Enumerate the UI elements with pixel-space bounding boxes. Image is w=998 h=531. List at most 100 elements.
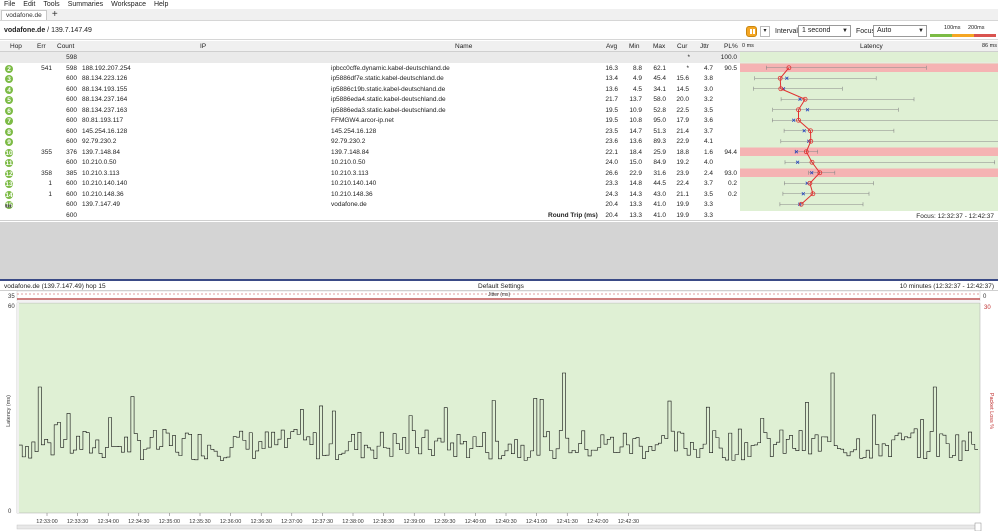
col-min[interactable]: Min [629, 43, 639, 50]
cell-ip: 10.210.0.50 [82, 159, 117, 166]
scale-200-label: 200ms [968, 25, 985, 31]
y-axis-label: Latency (ms) [6, 395, 12, 427]
cell-err: 1 [48, 180, 52, 187]
col-jttr[interactable]: Jttr [700, 43, 709, 50]
y-right-tick: 30 [984, 305, 991, 311]
cell-name: ip5886c19b.static.kabel-deutschland.de [331, 85, 446, 93]
cell-name: 10.210.148.36 [331, 190, 373, 198]
cell-avg: 19.5 [605, 106, 618, 114]
col-pl[interactable]: PL% [724, 43, 738, 50]
scroll-handle[interactable] [974, 522, 982, 531]
time-scrollbar[interactable] [16, 524, 981, 530]
cell-jttr: 3.6 [703, 117, 713, 124]
summary-label: Round Trip (ms) [548, 212, 598, 219]
plot-area [16, 302, 981, 514]
hop-number-badge: 10 [5, 148, 13, 157]
x-tick-label: 12:35:00 [159, 519, 180, 525]
hop-number-badge: 4 [5, 85, 13, 94]
graph-target-icon[interactable]: ▮▮▮ [5, 201, 12, 210]
cell-max: 34.1 [653, 85, 666, 93]
x-tick-label: 12:36:30 [250, 519, 271, 525]
cell-min: 10.9 [629, 106, 642, 114]
focus-select[interactable]: Auto ▼ [873, 25, 927, 37]
cell-cur: 14.5 [676, 85, 689, 93]
cell-min: 14.7 [629, 127, 642, 135]
cell-name: 10.210.140.140 [331, 180, 377, 187]
cell-count: 598 [66, 64, 77, 72]
latency-history-chart[interactable]: Jitter (ms) 35 0 60 0 30 Latency (ms) Packet Lo… [0, 291, 998, 531]
cell-min: 13.3 [629, 201, 642, 208]
x-tick-label: 12:35:30 [189, 519, 210, 525]
col-avg[interactable]: Avg [606, 43, 617, 50]
cell-pl: 0.2 [727, 190, 737, 198]
interval-value: 1 second [802, 27, 831, 34]
x-tick-label: 12:42:30 [618, 519, 639, 525]
cell-ip: 10.210.140.140 [82, 180, 128, 187]
scale-100-label: 100ms [944, 25, 961, 31]
cell-max: 25.9 [653, 148, 666, 156]
col-cur[interactable]: Cur [677, 43, 687, 50]
jitter-label: Jitter (ms) [488, 292, 511, 298]
cell-min: 4.9 [632, 75, 642, 82]
cell-min: 4.5 [632, 85, 642, 93]
pause-icon[interactable] [746, 26, 757, 37]
x-tick-label: 12:41:00 [526, 519, 547, 525]
cell-name: 145.254.16.128 [331, 127, 377, 135]
latency-mini-chart [740, 52, 998, 207]
pause-dropdown-button[interactable]: ▾ [760, 26, 770, 37]
tab-vodafone[interactable]: vodafone.de [1, 10, 47, 20]
menu-bar: File Edit Tools Summaries Workspace Help [0, 0, 998, 9]
cell-count: 376 [66, 148, 77, 156]
col-err[interactable]: Err [37, 43, 46, 50]
x-tick-label: 12:34:00 [97, 519, 118, 525]
x-tick-label: 12:40:00 [465, 519, 486, 525]
cell-min: 18.4 [629, 148, 642, 156]
summary-count: 600 [66, 212, 77, 219]
cell-pl: 94.4 [724, 148, 737, 156]
cell-cur: 17.9 [676, 117, 689, 124]
cell-name: ipbcc0cffe.dynamic.kabel-deutschland.de [331, 64, 450, 72]
focus-range: Focus: 12:32:37 - 12:42:37 [916, 213, 994, 220]
add-tab-button[interactable]: + [50, 10, 60, 20]
cell-jttr: 4.0 [703, 159, 713, 166]
cell-cur: * [686, 64, 689, 72]
menu-edit[interactable]: Edit [19, 1, 39, 8]
chevron-down-icon: ▼ [842, 28, 848, 34]
cell-avg: 22.1 [605, 148, 618, 156]
col-hop[interactable]: Hop [10, 43, 22, 50]
hop-number-badge: 13 [5, 180, 13, 188]
col-name[interactable]: Name [455, 43, 472, 50]
cell-jttr: 3.7 [703, 180, 713, 187]
cell-err: 1 [48, 190, 52, 198]
cell-count: 600 [66, 117, 77, 124]
cell-name: 10.210.3.113 [331, 169, 369, 177]
tab-bar: vodafone.de + [0, 9, 998, 21]
cell-avg: 13.6 [605, 85, 618, 93]
menu-tools[interactable]: Tools [39, 1, 63, 8]
y-tick-top: 60 [8, 304, 15, 310]
cell-jttr: 3.3 [703, 201, 713, 208]
cell-name: ip5886eda3.static.kabel-deutschland.de [331, 106, 446, 114]
menu-help[interactable]: Help [150, 1, 172, 8]
col-count[interactable]: Count [57, 43, 74, 50]
cell-name: ip5886df7e.static.kabel-deutschland.de [331, 75, 444, 82]
summary-avg: 20.4 [605, 212, 618, 219]
col-ip[interactable]: IP [200, 43, 206, 50]
cell-count: 598 [66, 54, 77, 61]
avg-latency-line [779, 67, 821, 205]
scale-warn-bar [952, 34, 974, 37]
cell-min: 10.8 [629, 117, 642, 124]
cell-count: 600 [66, 106, 77, 114]
menu-file[interactable]: File [0, 1, 19, 8]
cell-max: 51.3 [653, 127, 666, 135]
cell-count: 385 [66, 169, 77, 177]
cell-ip: 88.134.223.126 [82, 75, 128, 82]
cell-cur: 19.2 [676, 159, 689, 166]
menu-summaries[interactable]: Summaries [64, 1, 107, 8]
x-tick-label: 12:33:00 [36, 519, 57, 525]
interval-select[interactable]: 1 second ▼ [798, 25, 851, 37]
menu-workspace[interactable]: Workspace [107, 1, 150, 8]
summary-jttr: 3.3 [703, 212, 713, 219]
col-max[interactable]: Max [653, 43, 665, 50]
scale-bad-bar [974, 34, 996, 37]
